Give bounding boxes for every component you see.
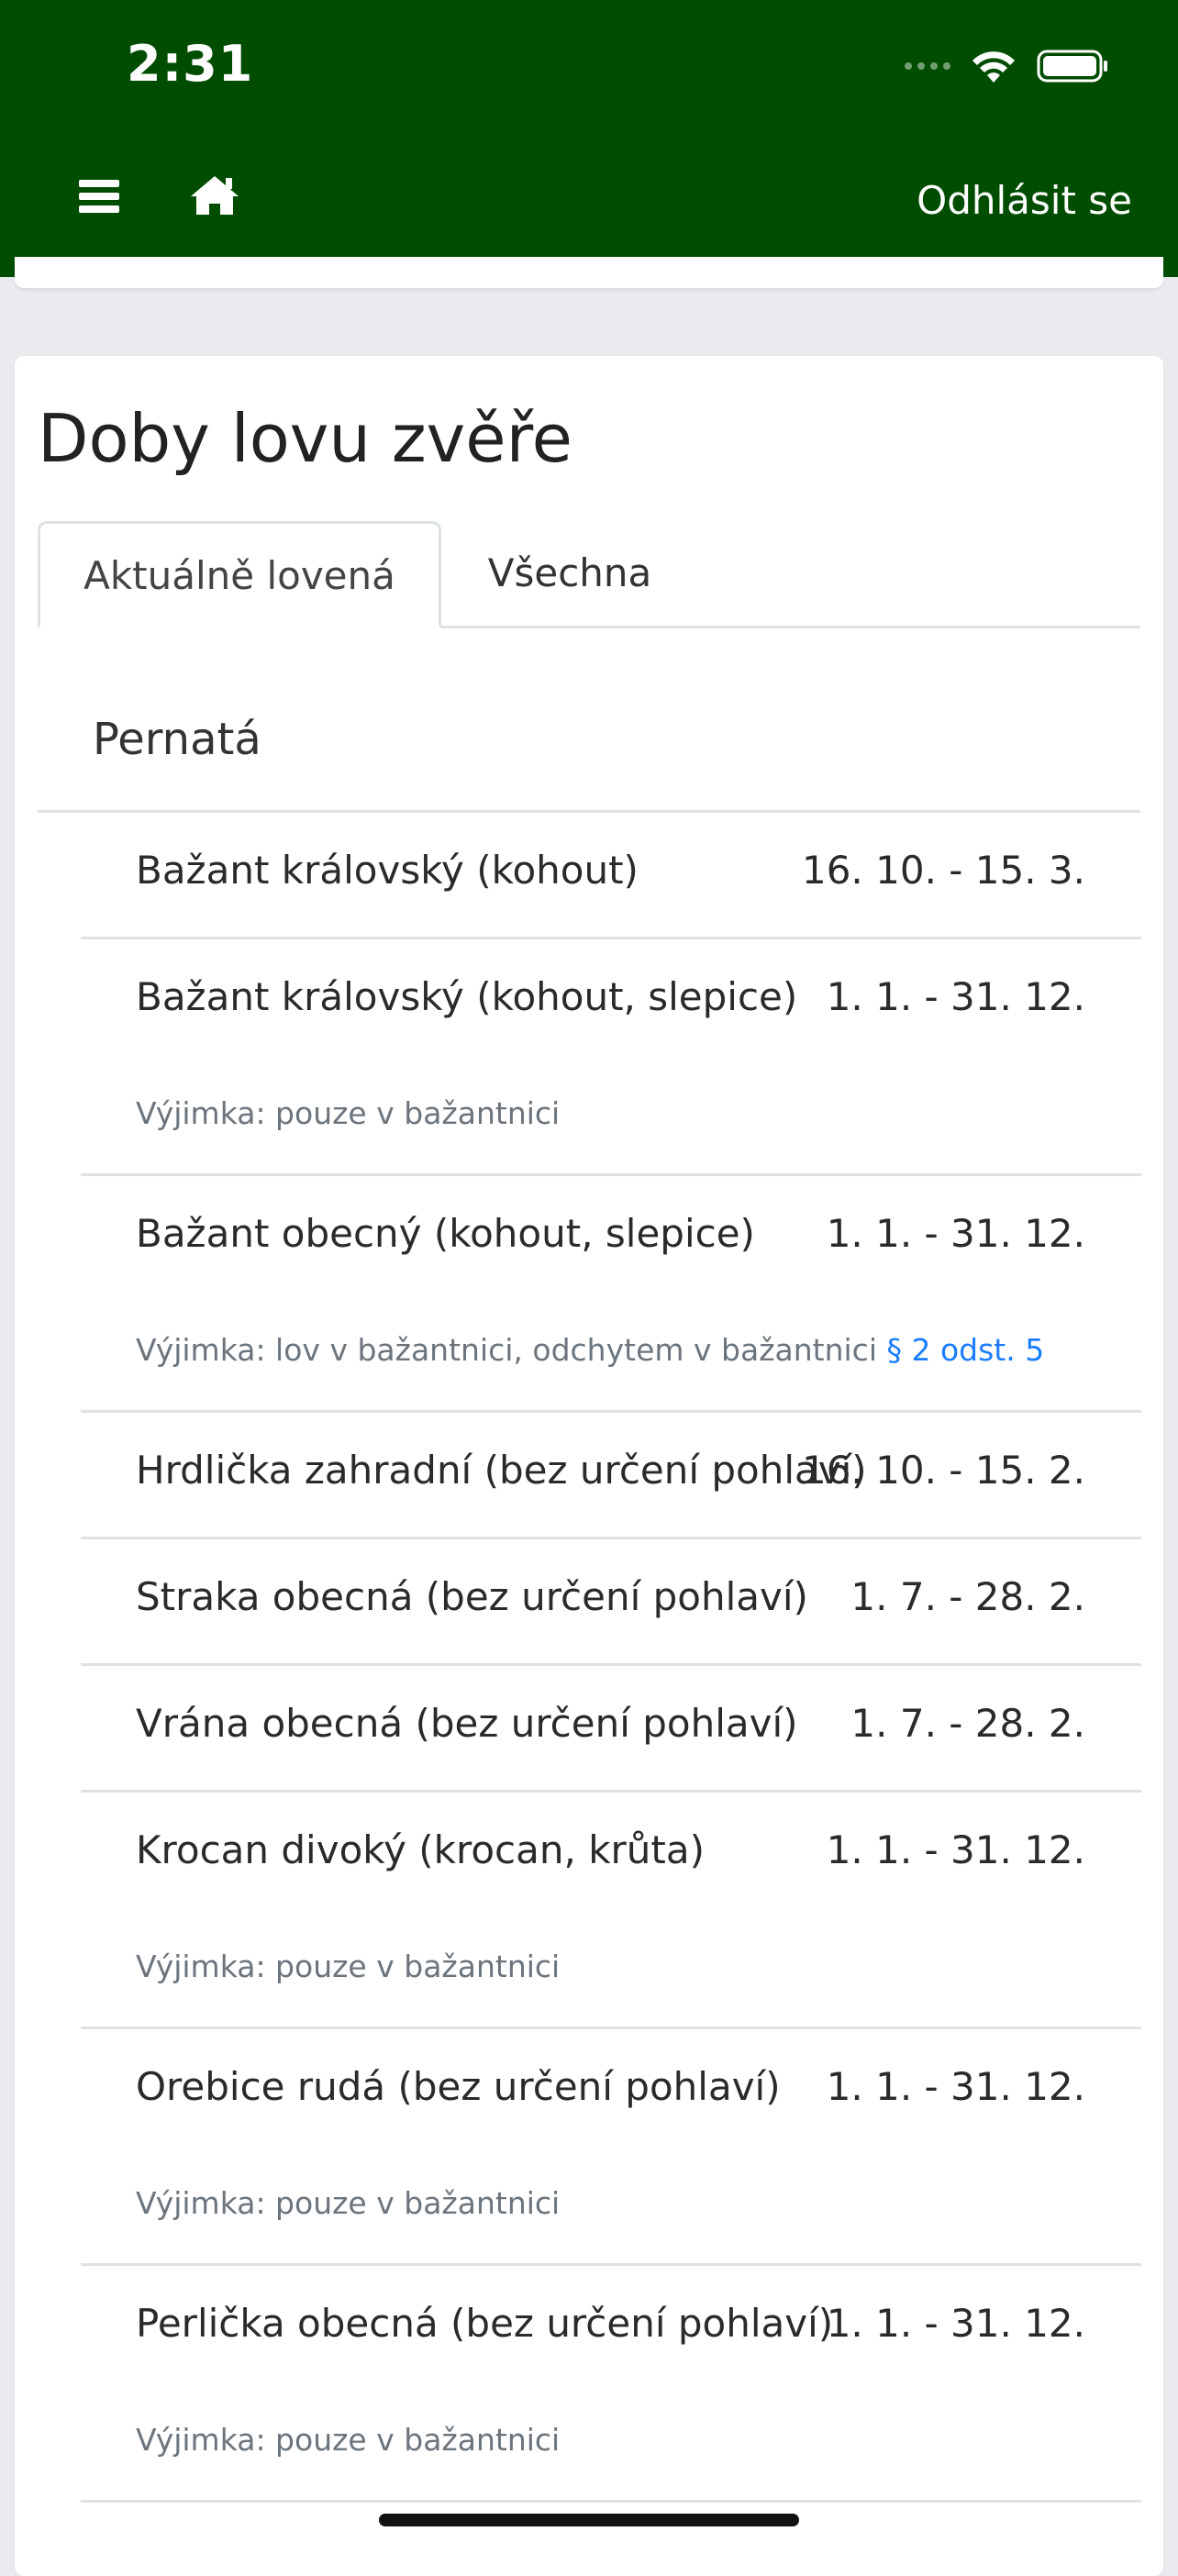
- battery-icon: [1037, 50, 1107, 83]
- season-dates: 16. 10. - 15. 2.: [801, 1448, 1085, 1493]
- exception-note: Výjimka: pouze v bažantnici: [136, 2185, 561, 2221]
- tab-all[interactable]: Všechna: [441, 521, 698, 626]
- cellular-signal-icon: [905, 62, 950, 70]
- logout-link[interactable]: Odhlásit se: [917, 178, 1132, 223]
- law-reference-link[interactable]: § 2 odst. 5: [886, 1332, 1044, 1368]
- species-name: Straka obecná (bez určení pohlaví): [136, 1574, 808, 1619]
- app-header: 2:31 Odhlásit se: [0, 0, 1178, 277]
- season-dates: 1. 1. - 31. 12.: [826, 1211, 1085, 1256]
- species-list: Bažant královský (kohout) 16. 10. - 15. …: [81, 813, 1141, 2503]
- tabs: Aktuálně lovená Všechna: [38, 521, 1140, 628]
- list-item: Straka obecná (bez určení pohlaví) 1. 7.…: [81, 1539, 1141, 1666]
- status-icons: [905, 46, 1110, 86]
- exception-note: Výjimka: pouze v bažantnici: [136, 1949, 561, 1984]
- list-item: Krocan divoký (krocan, krůta) 1. 1. - 31…: [81, 1793, 1141, 2029]
- list-item: Orebice rudá (bez určení pohlaví) 1. 1. …: [81, 2029, 1141, 2266]
- species-name: Vrána obecná (bez určení pohlaví): [136, 1701, 798, 1746]
- exception-text: Výjimka: lov v bažantnici, odchytem v ba…: [136, 1332, 877, 1368]
- collapsed-card: [15, 257, 1163, 288]
- hunting-seasons-card: Doby lovu zvěře Aktuálně lovená Všechna …: [15, 356, 1163, 2576]
- list-item: Bažant královský (kohout) 16. 10. - 15. …: [81, 813, 1141, 939]
- hamburger-menu-icon[interactable]: [79, 176, 119, 217]
- species-name: Bažant královský (kohout): [136, 848, 639, 893]
- list-item: Perlička obecná (bez určení pohlaví) 1. …: [81, 2266, 1141, 2503]
- page-title: Doby lovu zvěře: [38, 400, 572, 477]
- season-dates: 1. 7. - 28. 2.: [850, 1574, 1085, 1619]
- species-name: Perlička obecná (bez určení pohlaví): [136, 2301, 834, 2346]
- season-dates: 16. 10. - 15. 3.: [801, 848, 1085, 893]
- season-dates: 1. 1. - 31. 12.: [826, 2301, 1085, 2346]
- exception-note: Výjimka: lov v bažantnici, odchytem v ba…: [136, 1332, 1044, 1368]
- species-name: Orebice rudá (bez určení pohlaví): [136, 2064, 781, 2109]
- species-name: Bažant obecný (kohout, slepice): [136, 1211, 755, 1256]
- season-dates: 1. 1. - 31. 12.: [826, 974, 1085, 1019]
- exception-note: Výjimka: pouze v bažantnici: [136, 1095, 561, 1131]
- section-header-feathered: Pernatá: [38, 659, 1140, 813]
- home-indicator[interactable]: [379, 2514, 799, 2526]
- list-item: Bažant královský (kohout, slepice) 1. 1.…: [81, 939, 1141, 1176]
- list-item: Bažant obecný (kohout, slepice) 1. 1. - …: [81, 1176, 1141, 1413]
- list-item: Vrána obecná (bez určení pohlaví) 1. 7. …: [81, 1666, 1141, 1793]
- section-title: Pernatá: [93, 714, 261, 765]
- wifi-icon: [972, 51, 1015, 83]
- season-dates: 1. 1. - 31. 12.: [826, 1827, 1085, 1872]
- season-dates: 1. 1. - 31. 12.: [826, 2064, 1085, 2109]
- season-dates: 1. 7. - 28. 2.: [850, 1701, 1085, 1746]
- navbar: Odhlásit se: [0, 156, 1178, 248]
- home-icon[interactable]: [187, 172, 242, 218]
- status-time: 2:31: [127, 35, 254, 93]
- species-name: Hrdlička zahradní (bez určení pohlaví): [136, 1448, 867, 1493]
- list-item: Hrdlička zahradní (bez určení pohlaví) 1…: [81, 1413, 1141, 1539]
- species-name: Krocan divoký (krocan, krůta): [136, 1827, 705, 1872]
- tab-currently-hunted[interactable]: Aktuálně lovená: [38, 521, 441, 628]
- species-name: Bažant královský (kohout, slepice): [136, 974, 798, 1019]
- exception-note: Výjimka: pouze v bažantnici: [136, 2422, 561, 2458]
